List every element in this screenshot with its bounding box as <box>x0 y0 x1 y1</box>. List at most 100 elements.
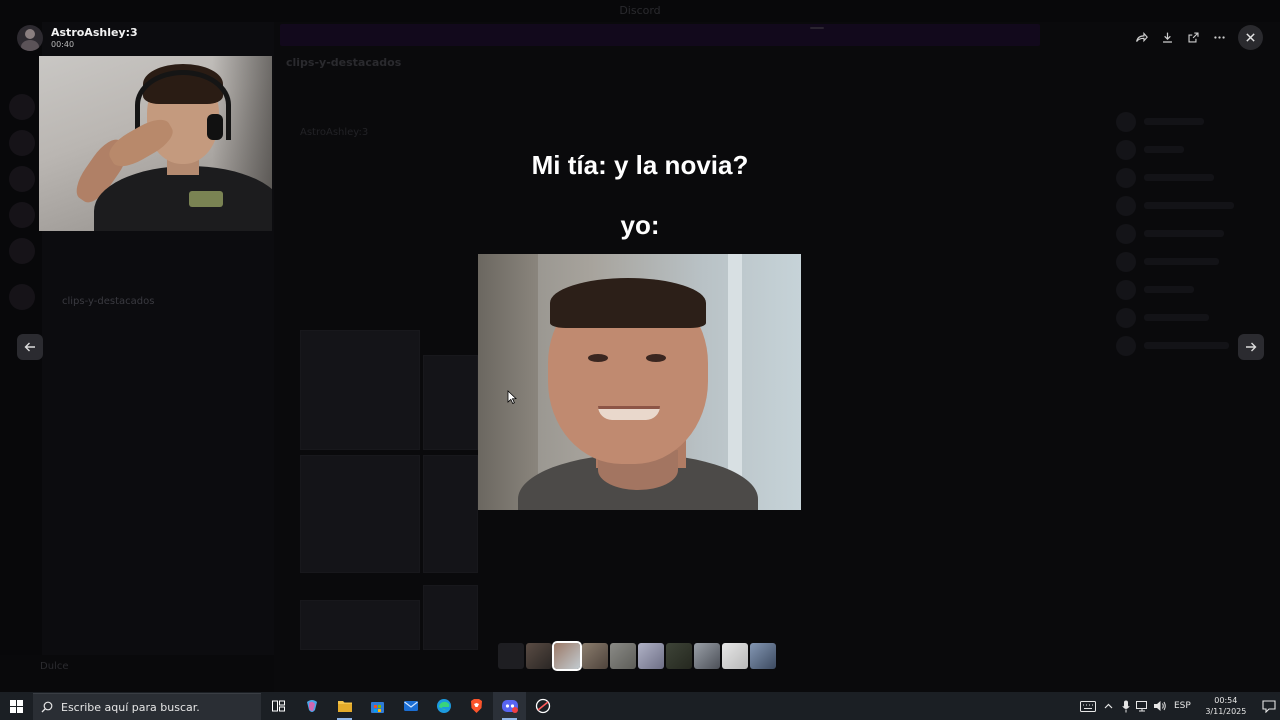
brave-icon <box>471 699 482 713</box>
server-icon <box>9 130 35 156</box>
server-icon <box>9 94 35 120</box>
volume-button[interactable] <box>1151 692 1168 720</box>
member-name <box>1144 174 1214 181</box>
uploader-avatar[interactable] <box>17 25 43 51</box>
file-explorer-icon <box>337 701 352 712</box>
download-icon <box>1162 32 1172 43</box>
meme-caption-bottom: yo: <box>620 210 660 240</box>
keyboard-icon <box>1080 700 1096 712</box>
thumbnail[interactable] <box>750 643 776 669</box>
chat-author: AstroAshley:3 <box>300 127 369 138</box>
forward-button[interactable] <box>1130 25 1152 49</box>
keyboard-button[interactable] <box>1076 692 1100 720</box>
close-icon <box>1246 33 1255 42</box>
member-avatar <box>1116 280 1136 300</box>
network-button[interactable] <box>1134 692 1151 720</box>
thumbnail[interactable] <box>638 643 664 669</box>
member-name <box>1144 314 1209 321</box>
forward-icon <box>1135 31 1148 42</box>
more-button[interactable] <box>1208 25 1230 49</box>
chat-attachment <box>300 600 420 650</box>
meme-video[interactable] <box>478 254 801 510</box>
chat-attachment <box>423 455 478 573</box>
member-name <box>1144 230 1224 237</box>
member-avatar <box>1116 336 1136 356</box>
member-avatar <box>1116 168 1136 188</box>
server-icon <box>9 238 35 264</box>
previous-media-button[interactable] <box>17 334 43 360</box>
member-name <box>1144 146 1184 153</box>
microphone-button[interactable] <box>1117 692 1134 720</box>
microphone-icon <box>1121 700 1130 712</box>
viewer-actions <box>1130 25 1230 49</box>
task-view-icon <box>271 700 285 712</box>
chat-attachment <box>423 355 478 450</box>
clock-date: 3/11/2025 <box>1205 707 1247 716</box>
member-name <box>1144 286 1194 293</box>
arrow-left-icon <box>24 342 35 352</box>
taskbar-search[interactable]: Escribe aquí para buscar. <box>33 693 261 720</box>
member-avatar <box>1116 224 1136 244</box>
open-external-button[interactable] <box>1182 25 1204 49</box>
store-icon <box>371 701 384 713</box>
member-avatar <box>1116 196 1136 216</box>
thumbnail-active[interactable] <box>552 641 582 671</box>
notification-icon <box>1262 699 1276 713</box>
member-avatar <box>1116 112 1136 132</box>
next-media-button[interactable] <box>1238 334 1264 360</box>
member-name <box>1144 118 1204 125</box>
start-button[interactable] <box>0 692 32 720</box>
thumbnail[interactable] <box>498 643 524 669</box>
edge-button[interactable] <box>427 692 460 720</box>
app-title: Discord <box>619 4 661 17</box>
taskbar: Escribe aquí para buscar. ESP 00:54 3/11… <box>0 692 1280 720</box>
meme-caption-top: Mi tía: y la novia? <box>531 150 749 180</box>
chat-attachment <box>423 585 478 650</box>
thumbnail[interactable] <box>610 643 636 669</box>
webcam-preview[interactable] <box>39 56 272 231</box>
edge-icon <box>436 699 451 713</box>
chevron-up-icon <box>1104 703 1113 709</box>
task-view-button[interactable] <box>262 692 295 720</box>
download-button[interactable] <box>1156 25 1178 49</box>
shirt-print <box>189 191 223 207</box>
store-button[interactable] <box>361 692 394 720</box>
member-name <box>1144 342 1229 349</box>
chat-header: clips-y-destacados <box>286 56 402 69</box>
thumbnail[interactable] <box>722 643 748 669</box>
mail-button[interactable] <box>394 692 427 720</box>
clock[interactable]: 00:54 3/11/2025 <box>1197 695 1255 717</box>
upload-timestamp: 00:40 <box>51 40 75 49</box>
discord-button[interactable] <box>493 692 526 720</box>
thumbnail[interactable] <box>694 643 720 669</box>
headset-earcup <box>207 114 223 140</box>
file-explorer-button[interactable] <box>328 692 361 720</box>
app-button[interactable] <box>526 692 559 720</box>
volume-icon <box>1153 701 1166 711</box>
search-placeholder: Escribe aquí para buscar. <box>61 700 200 714</box>
member-avatar <box>1116 140 1136 160</box>
close-button[interactable] <box>1238 25 1263 50</box>
thumbnail[interactable] <box>666 643 692 669</box>
open-external-icon <box>1187 31 1199 43</box>
mouse-cursor-icon <box>507 390 517 404</box>
more-icon <box>1213 35 1225 39</box>
chat-attachment <box>300 455 420 573</box>
taskbar-apps <box>262 692 559 720</box>
show-hidden-icons-button[interactable] <box>1100 692 1117 720</box>
server-icon <box>9 284 35 310</box>
input-language[interactable]: ESP <box>1174 701 1191 711</box>
uploader-name[interactable]: AstroAshley:3 <box>51 26 138 39</box>
brave-button[interactable] <box>460 692 493 720</box>
thumbnail[interactable] <box>526 643 552 669</box>
mail-icon <box>403 701 418 711</box>
meme-door <box>478 254 538 510</box>
thumbnail[interactable] <box>582 643 608 669</box>
channel-item-active: clips-y-destacados <box>62 296 155 307</box>
copilot-button[interactable] <box>295 692 328 720</box>
copilot-icon <box>306 700 317 712</box>
server-icon <box>9 166 35 192</box>
notifications-button[interactable] <box>1255 692 1280 720</box>
meme-eye <box>588 354 608 362</box>
member-list <box>1100 90 1280 650</box>
